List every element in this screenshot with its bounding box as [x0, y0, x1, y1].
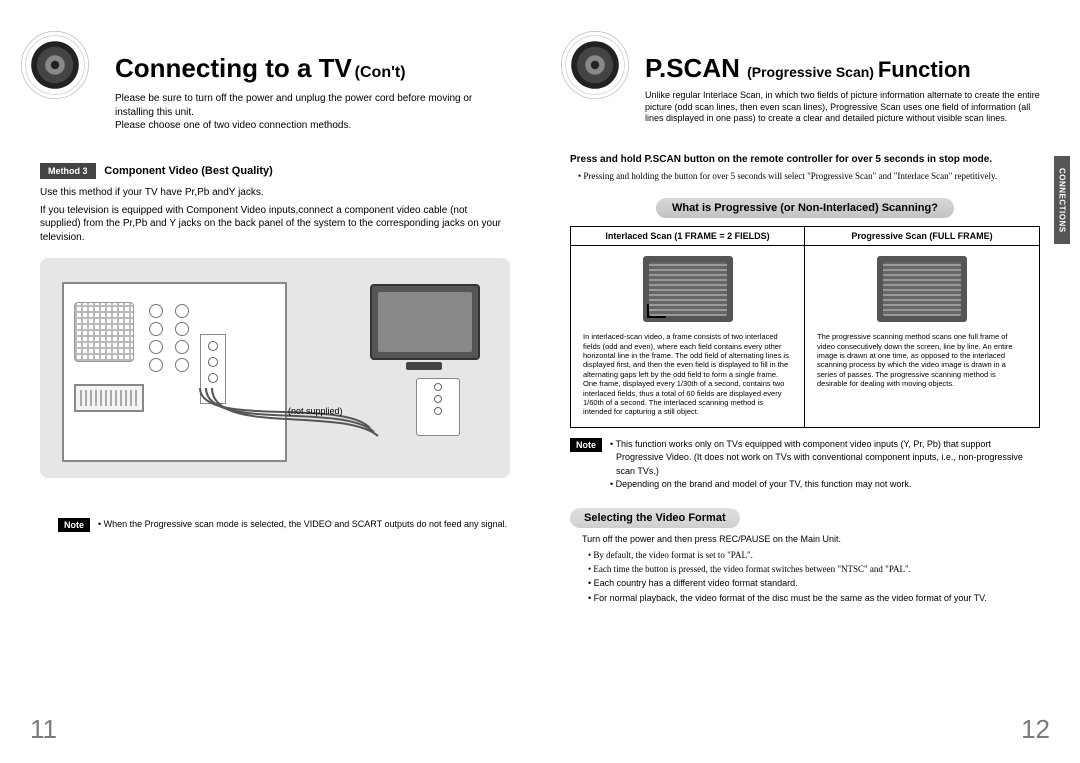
note2-b1: • This function works only on TVs equipp…	[616, 438, 1040, 479]
note-row-right: Note • This function works only on TVs e…	[570, 438, 1040, 492]
right-intro: Unlike regular Interlace Scan, in which …	[645, 90, 1040, 125]
compare-table: Interlaced Scan (1 FRAME = 2 FIELDS) Pro…	[570, 226, 1040, 427]
method-badge: Method 3	[40, 163, 96, 179]
speaker-icon	[20, 30, 90, 100]
compare-head: Interlaced Scan (1 FRAME = 2 FIELDS) Pro…	[571, 227, 1039, 246]
compare-body: even odd In interlaced-scan video, a fra…	[571, 246, 1039, 426]
jack-column-1	[144, 300, 168, 376]
speaker-icon	[560, 30, 630, 100]
title-pscan: P.SCAN	[645, 53, 747, 83]
press-bullet: • Pressing and holding the button for ov…	[584, 171, 1040, 183]
vf-lead: Turn off the power and then press REC/PA…	[582, 534, 1040, 544]
jack-column-2	[170, 300, 194, 376]
vf-list: • By default, the video format is set to…	[594, 548, 1040, 606]
press-instruction: Press and hold P.SCAN button on the remo…	[570, 153, 1040, 167]
page-right: CONNECTIONS P.SCAN (Progressive Scan) Fu…	[540, 0, 1080, 763]
intro-line2: Please choose one of two video connectio…	[115, 119, 510, 133]
title-prog-scan: (Progressive Scan)	[747, 64, 878, 80]
page-number-right: 12	[1021, 714, 1050, 745]
col1-head: Interlaced Scan (1 FRAME = 2 FIELDS)	[571, 227, 805, 245]
method-desc: Use this method if your TV have Pr,Pb an…	[40, 187, 510, 198]
note2-list: • This function works only on TVs equipp…	[610, 438, 1040, 492]
progressive-thumb-icon	[877, 256, 967, 322]
col2-head: Progressive Scan (FULL FRAME)	[805, 227, 1039, 245]
scart-connector-icon	[74, 384, 144, 412]
compare-col-interlaced: even odd In interlaced-scan video, a fra…	[571, 246, 805, 426]
component-jacks	[200, 334, 226, 404]
compare-col-progressive: The progressive scanning method scans on…	[805, 246, 1039, 426]
page-left: Connecting to a TV (Con't) Please be sur…	[0, 0, 540, 763]
col1-text: In interlaced-scan video, a frame consis…	[583, 332, 792, 416]
method-header: Method 3 Component Video (Best Quality)	[40, 163, 510, 179]
page-title-left: Connecting to a TV (Con't)	[115, 53, 510, 84]
vf-b1: • By default, the video format is set to…	[594, 548, 1040, 562]
press-block: Press and hold P.SCAN button on the remo…	[570, 153, 1040, 182]
note2-b2: • Depending on the brand and model of yo…	[616, 478, 1040, 492]
note-row-left: Note • When the Progressive scan mode is…	[58, 518, 510, 532]
section-pill-2: Selecting the Video Format	[570, 508, 740, 528]
connection-diagram: (not supplied)	[40, 258, 510, 478]
not-supplied-label: (not supplied)	[288, 406, 343, 416]
vf-b3: • Each country has a different video for…	[594, 576, 1040, 590]
method-para: If you television is equipped with Compo…	[40, 204, 510, 245]
col2-text: The progressive scanning method scans on…	[817, 332, 1027, 388]
section-pill-1: What is Progressive (or Non-Interlaced) …	[656, 198, 954, 218]
vf-b4: • For normal playback, the video format …	[594, 591, 1040, 605]
method-title: Component Video (Best Quality)	[104, 165, 272, 177]
note-text: • When the Progressive scan mode is sele…	[98, 518, 507, 530]
note-badge-2: Note	[570, 438, 602, 452]
note-badge: Note	[58, 518, 90, 532]
intro-block: Please be sure to turn off the power and…	[115, 92, 510, 133]
tv-icon	[370, 284, 480, 360]
thumb-even-odd: even odd	[647, 304, 666, 318]
device-rear-panel	[62, 282, 287, 462]
page-title-right: P.SCAN (Progressive Scan) Function	[645, 53, 1040, 84]
tv-rear-panel	[416, 378, 460, 436]
vent-icon	[74, 302, 134, 362]
title-function: Function	[878, 57, 971, 82]
tv-stand-icon	[406, 362, 442, 370]
interlaced-thumb-icon: even odd	[643, 256, 733, 322]
title-main: Connecting to a TV	[115, 53, 352, 83]
section-tab: CONNECTIONS	[1054, 156, 1070, 244]
title-cont: (Con't)	[355, 64, 406, 81]
vf-b2: • Each time the button is pressed, the v…	[594, 562, 1040, 576]
page-number-left: 11	[30, 714, 57, 745]
intro-line1: Please be sure to turn off the power and…	[115, 92, 510, 119]
